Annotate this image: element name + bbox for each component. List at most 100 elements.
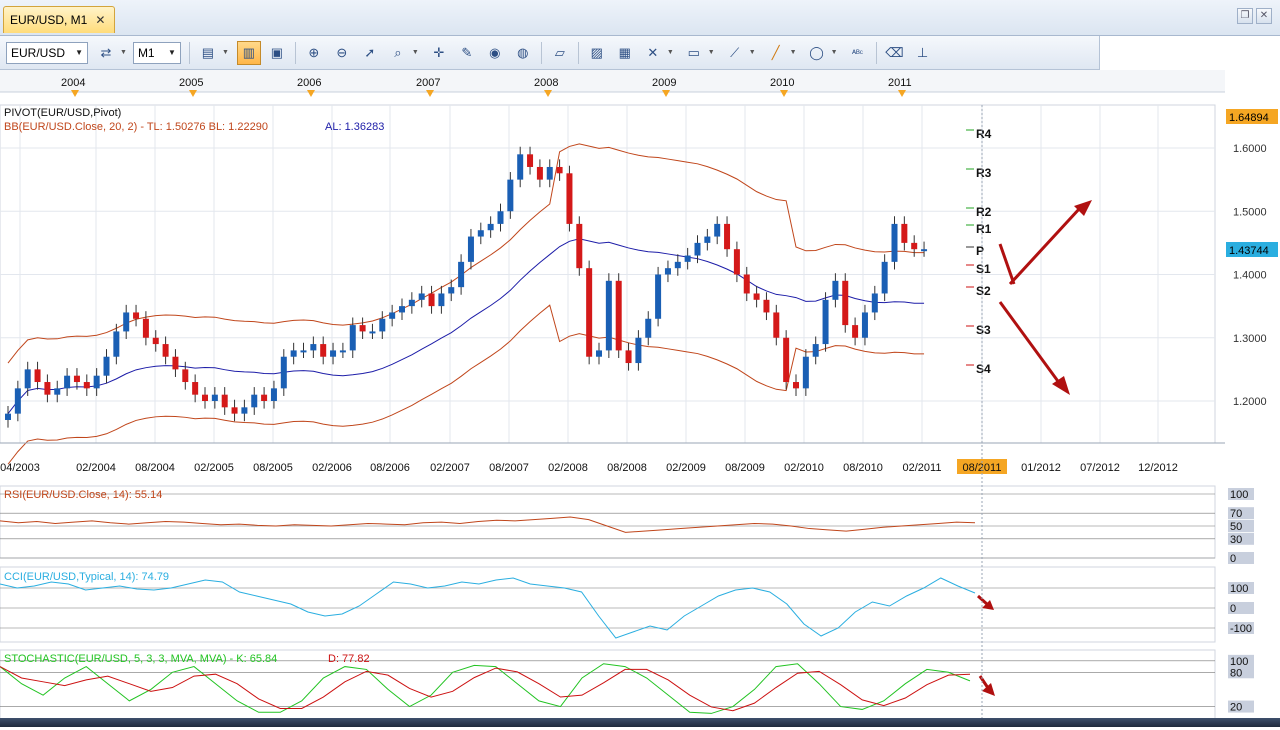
candle-body xyxy=(645,318,652,338)
candle-body xyxy=(64,375,71,389)
candle-body xyxy=(24,369,31,389)
candle-body xyxy=(783,337,790,383)
trendline-icon[interactable]: ⟋ xyxy=(723,41,747,65)
time-tick-label: 08/2011 xyxy=(963,462,1002,474)
candle-body xyxy=(300,350,307,353)
candle-body xyxy=(5,413,11,420)
candle-body xyxy=(724,223,731,250)
candle-body xyxy=(467,236,474,262)
price-tick-label: 1.3000 xyxy=(1233,333,1267,345)
price-tick-label: 1.4000 xyxy=(1233,270,1267,282)
candle-body xyxy=(733,249,740,275)
year-marker-icon xyxy=(544,90,552,97)
pivot-label: P xyxy=(976,244,984,258)
candle-body xyxy=(527,154,534,167)
timeframe-select[interactable]: M1 ▼ xyxy=(132,41,181,64)
eye-icon[interactable]: ◉ xyxy=(483,41,507,65)
zoom-in-icon[interactable]: ⊕ xyxy=(302,41,326,65)
time-axis: 04/2003 02/2004 08/2004 02/2005 08/2005 02/20… xyxy=(0,459,1178,474)
chart-canvas[interactable]: 2004 2005 2006 2007 2008 2009 2010 2011 R4 R3 R2 R… xyxy=(0,70,1280,728)
year-marker-icon xyxy=(307,90,315,97)
ohlc-icon[interactable]: ▣ xyxy=(265,41,289,65)
pivot-label: R4 xyxy=(976,127,992,141)
candle-body xyxy=(231,407,238,414)
restore-icon[interactable]: ❐ xyxy=(1237,8,1253,24)
magnifier-icon[interactable]: ⌕ xyxy=(386,41,410,65)
candle-body xyxy=(536,166,543,180)
chevron-down-icon[interactable]: ▼ xyxy=(412,49,419,56)
ruler-icon[interactable]: ▱ xyxy=(548,41,572,65)
image-icon[interactable]: ▨ xyxy=(585,41,609,65)
candle-body xyxy=(83,382,90,389)
candle-body xyxy=(418,293,425,300)
cci-axis: 100 0 -100 xyxy=(1228,582,1254,635)
candle-body xyxy=(812,344,819,357)
cursor-icon[interactable]: ➚ xyxy=(358,41,382,65)
crosshair-icon[interactable]: ✛ xyxy=(427,41,451,65)
order-icon[interactable]: ⇄ xyxy=(94,41,118,65)
tab-eurusd-m1[interactable]: EUR/USD, M1 ✕ xyxy=(3,6,115,33)
candle-body xyxy=(901,223,908,243)
year-label: 2008 xyxy=(534,77,558,89)
cci-panel[interactable] xyxy=(0,566,1216,643)
time-tick-label: 01/2012 xyxy=(1021,462,1061,474)
time-tick-label: 02/2005 xyxy=(194,462,234,474)
candle-body xyxy=(211,394,218,401)
ellipse-icon[interactable]: ◯ xyxy=(805,41,829,65)
globe-icon[interactable]: ◍ xyxy=(511,41,535,65)
tab-bar: EUR/USD, M1 ✕ ❐ ✕ xyxy=(0,0,1280,36)
line-color-icon[interactable]: ╱ xyxy=(764,41,788,65)
time-tick-label: 02/2004 xyxy=(76,462,116,474)
candle-body xyxy=(438,293,445,307)
pivot-label: S2 xyxy=(976,284,991,298)
candle-body xyxy=(389,312,396,319)
candle-body xyxy=(477,230,484,237)
al-legend: AL: 1.36283 xyxy=(325,121,384,133)
candle-body xyxy=(802,356,809,389)
symbol-select[interactable]: EUR/USD ▼ xyxy=(6,41,88,64)
close-icon[interactable]: ✕ xyxy=(95,13,105,27)
candle-body xyxy=(625,350,632,364)
zoom-out-icon[interactable]: ⊖ xyxy=(330,41,354,65)
chevron-down-icon[interactable]: ▼ xyxy=(831,49,838,56)
hierarchy-icon[interactable]: ⊥ xyxy=(911,41,935,65)
price-top-label: 1.64894 xyxy=(1229,112,1269,124)
toolbar-separator xyxy=(294,41,296,64)
candle-body xyxy=(891,223,898,262)
chart-type-icon[interactable]: ▤ xyxy=(196,41,220,65)
chevron-down-icon[interactable]: ▼ xyxy=(708,49,715,56)
tools-icon[interactable]: ✕ xyxy=(641,41,665,65)
panel-tick-label: 80 xyxy=(1230,667,1242,679)
text-icon[interactable]: ᴬᴮᶜ xyxy=(846,41,870,65)
chevron-down-icon[interactable]: ▼ xyxy=(749,49,756,56)
eraser-icon[interactable]: ⌫ xyxy=(883,41,907,65)
time-tick-label: 02/2007 xyxy=(430,462,470,474)
candle-body xyxy=(635,337,642,364)
toolbar-separator xyxy=(875,41,877,64)
year-marker-icon xyxy=(71,90,79,97)
panel-tick-label: 100 xyxy=(1230,489,1248,501)
rsi-legend: RSI(EUR/USD.Close, 14): 55.14 xyxy=(4,489,162,501)
close-window-icon[interactable]: ✕ xyxy=(1256,8,1272,24)
chevron-down-icon[interactable]: ▼ xyxy=(120,49,127,56)
candle-body xyxy=(605,280,612,351)
template-icon[interactable]: ▦ xyxy=(613,41,637,65)
panel-tick-label: 0 xyxy=(1230,603,1236,615)
candle-body xyxy=(596,350,602,357)
pivot-label: S4 xyxy=(976,362,991,376)
chart-area: 2004 2005 2006 2007 2008 2009 2010 2011 R4 R3 R2 R… xyxy=(0,70,1280,728)
candles-icon[interactable]: ▥ xyxy=(236,40,261,65)
cci-legend: CCI(EUR/USD,Typical, 14): 74.79 xyxy=(4,571,169,583)
time-tick-label: 08/2007 xyxy=(489,462,529,474)
chevron-down-icon[interactable]: ▼ xyxy=(667,49,674,56)
pencil-icon[interactable]: ✎ xyxy=(455,41,479,65)
time-tick-label: 08/2009 xyxy=(725,462,765,474)
pivot-label: R1 xyxy=(976,222,992,236)
price-axis: 1.6000 1.5000 1.4000 1.3000 1.2000 xyxy=(1233,143,1267,408)
chevron-down-icon[interactable]: ▼ xyxy=(222,49,229,56)
indicator-icon[interactable]: ▭ xyxy=(682,41,706,65)
window-controls: ❐ ✕ xyxy=(1237,8,1272,24)
panel-tick-label: 50 xyxy=(1230,521,1242,533)
year-label: 2004 xyxy=(61,77,85,89)
chevron-down-icon[interactable]: ▼ xyxy=(790,49,797,56)
